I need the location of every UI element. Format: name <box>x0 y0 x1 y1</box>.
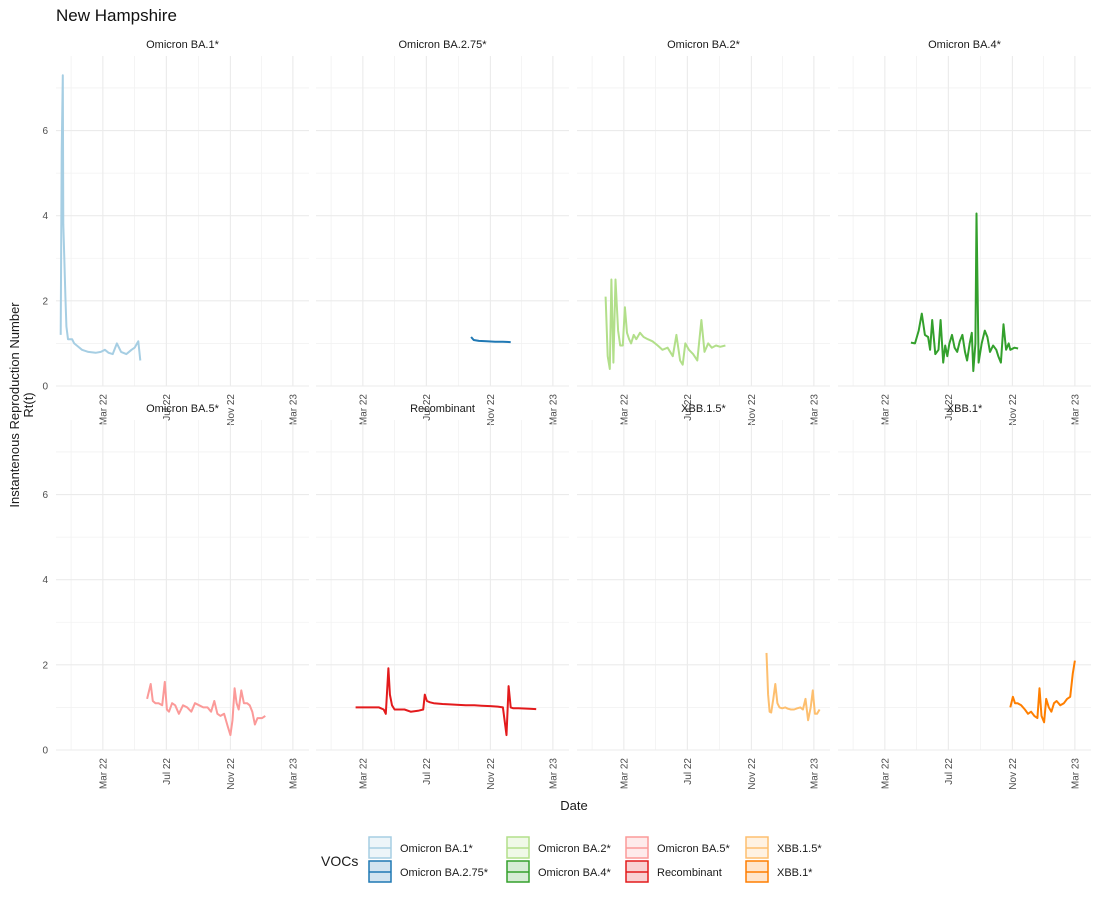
x-tick-label: Mar 22 <box>98 394 109 426</box>
legend-label: Omicron BA.2.75* <box>400 867 489 879</box>
y-tick-label: 0 <box>42 746 48 757</box>
x-tick-label: Mar 22 <box>619 394 630 426</box>
legend-item-xbb-1-5: XBB.1.5* <box>745 836 822 859</box>
x-tick-label: Nov 22 <box>1008 758 1019 790</box>
y-tick-label: 6 <box>42 490 48 501</box>
legend-label: Omicron BA.5* <box>657 843 730 855</box>
panel-omicron-ba-5: Omicron BA.5* 0 2 4 6 Mar 22 Jul 22 Nov 22 Mar 2… <box>42 403 309 790</box>
panel-xbb-1-5: XBB.1.5* Mar 22 Jul 22 Nov 22 Mar 23 <box>577 403 830 790</box>
legend-label: XBB.1* <box>777 867 813 879</box>
legend-label: Omicron BA.4* <box>538 867 611 879</box>
x-tick-label: Mar 23 <box>288 758 299 790</box>
y-tick-label: 0 <box>42 382 48 393</box>
x-tick-label: Nov 22 <box>486 394 497 426</box>
panel-strip-label: Omicron BA.1* <box>146 39 219 51</box>
panel-omicron-ba-2-75: Omicron BA.2.75*Mar 22 Jul 22 Nov 22 Mar 23 <box>316 39 569 426</box>
panel-xbb-1: XBB.1* Mar 22 Jul 22 Nov 22 Mar 23 <box>838 403 1091 790</box>
x-tick-label: Mar 23 <box>809 394 820 426</box>
panel-recombinant: Recombinant Mar 22 Jul 22 Nov 22 Mar 23 <box>316 403 569 790</box>
faceted-line-chart: New Hampshire Omicron BA.1* 0 2 4 6 Mar 22 Jul… <box>7 6 1091 883</box>
x-tick-label: Nov 22 <box>226 394 237 426</box>
x-tick-label: Mar 22 <box>358 758 369 790</box>
x-tick-label: Mar 23 <box>1070 758 1081 790</box>
panel-strip-label: XBB.1.5* <box>681 403 726 415</box>
legend-label: XBB.1.5* <box>777 843 822 855</box>
x-tick-label: Jul 22 <box>422 758 433 785</box>
legend-item-omicron-ba-2: Omicron BA.2* <box>506 836 611 859</box>
x-tick-label: Jul 22 <box>683 758 694 785</box>
series-line-omicron-ba-4 <box>910 212 1019 373</box>
y-axis-title-line2: Rt(t) <box>21 392 36 417</box>
panel-strip-label: Recombinant <box>410 403 475 415</box>
panel-omicron-ba-2: Omicron BA.2*Mar 22 Jul 22 Nov 22 Mar 23 <box>577 39 830 426</box>
legend-item-omicron-ba-5: Omicron BA.5* <box>625 836 730 859</box>
panel-omicron-ba-4: Omicron BA.4*Mar 22 Jul 22 Nov 22 Mar 23 <box>838 39 1091 426</box>
legend-label: Omicron BA.2* <box>538 843 611 855</box>
x-tick-label: Mar 23 <box>548 394 559 426</box>
panel-strip-label: Omicron BA.5* <box>146 403 219 415</box>
legend-item-omicron-ba-2-75: Omicron BA.2.75* <box>368 860 489 883</box>
x-axis-title: Date <box>560 798 587 813</box>
y-tick-label: 6 <box>42 126 48 137</box>
panel-omicron-ba-1: Omicron BA.1*0246Mar 22 Jul 22 Nov 22 Mar 2… <box>42 39 309 426</box>
x-tick-label: Mar 22 <box>619 758 630 790</box>
panel-strip-label: Omicron BA.2.75* <box>398 39 487 51</box>
x-tick-label: Jul 22 <box>944 758 955 785</box>
x-tick-label: Mar 23 <box>809 758 820 790</box>
legend: VOCs Omicron BA.1* Omicron BA.2.75* Omicro… <box>321 836 822 883</box>
legend-item-omicron-ba-1: Omicron BA.1* <box>368 836 473 859</box>
x-tick-label: Nov 22 <box>226 758 237 790</box>
series-line-recombinant <box>355 667 537 737</box>
y-tick-label: 4 <box>42 575 48 586</box>
panel-strip-label: XBB.1* <box>947 403 983 415</box>
x-tick-label: Mar 22 <box>880 758 891 790</box>
panel-grid: Omicron BA.1* 0 2 4 6 Mar 22 Jul 22 Nov 22 Mar 2… <box>42 39 1091 790</box>
y-tick-label: 2 <box>42 296 48 307</box>
x-tick-label: Jul 22 <box>162 758 173 785</box>
y-axis-title-line1: Instantenous Reproduction Number <box>7 302 22 508</box>
legend-item-omicron-ba-4: Omicron BA.4* <box>506 860 611 883</box>
legend-item-recombinant: Recombinant <box>625 860 722 883</box>
legend-item-xbb-1: XBB.1* <box>745 860 813 883</box>
y-tick-label: 4 <box>42 211 48 222</box>
panel-strip-label: Omicron BA.4* <box>928 39 1001 51</box>
legend-label: Omicron BA.1* <box>400 843 473 855</box>
y-tick-label: 2 <box>42 660 48 671</box>
x-tick-label: Mar 22 <box>98 758 109 790</box>
x-tick-label: Nov 22 <box>486 758 497 790</box>
x-tick-label: Mar 23 <box>548 758 559 790</box>
series-line-xbb-1-5 <box>765 652 821 722</box>
panel-strip-label: Omicron BA.2* <box>667 39 740 51</box>
x-tick-label: Mar 22 <box>880 394 891 426</box>
x-tick-label: Nov 22 <box>747 394 758 426</box>
x-tick-label: Nov 22 <box>747 758 758 790</box>
x-tick-label: Mar 22 <box>358 394 369 426</box>
x-tick-label: Mar 23 <box>288 394 299 426</box>
x-tick-label: Nov 22 <box>1008 394 1019 426</box>
x-tick-label: Mar 23 <box>1070 394 1081 426</box>
y-axis-title: Instantenous Reproduction Number Rt(t) <box>7 302 36 508</box>
chart-title: New Hampshire <box>56 6 177 25</box>
legend-title: VOCs <box>321 853 358 869</box>
series-line-omicron-ba-1 <box>59 74 142 361</box>
series-line-omicron-ba-5 <box>146 680 266 737</box>
series-line-xbb-1 <box>1009 660 1076 724</box>
legend-label: Recombinant <box>657 867 722 879</box>
